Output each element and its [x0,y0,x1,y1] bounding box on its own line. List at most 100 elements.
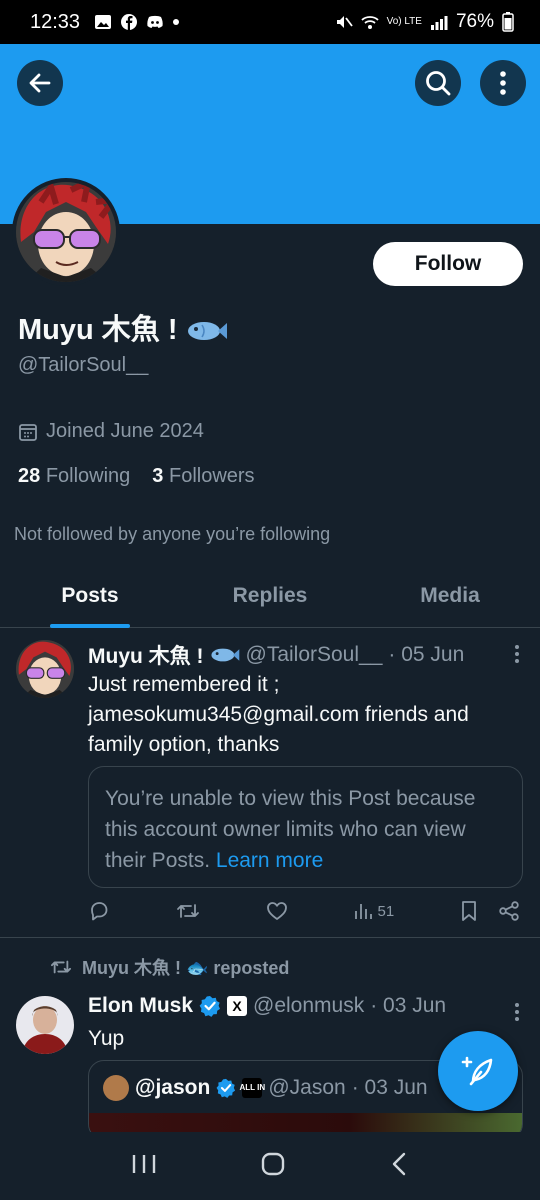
bookmark-button[interactable] [460,900,478,922]
post-author[interactable]: Elon Musk [88,994,193,1018]
tab-active-indicator [50,624,130,628]
post-item[interactable]: Muyu 木魚 ! @TailorSoul__ · 05 Jun Just re… [0,630,540,938]
system-nav-bar [0,1132,540,1200]
tab-label: Media [420,584,480,607]
post-avatar[interactable] [16,996,74,1054]
more-vertical-icon [515,1003,519,1021]
post-date: · 05 Jun [388,643,465,666]
facebook-icon [121,14,138,30]
compose-post-button[interactable] [438,1031,518,1111]
affiliate-allin-badge: ALL IN [240,1078,265,1098]
network-label: Vo) LTE [386,16,422,27]
analytics-icon [355,904,373,919]
quoted-date: · 03 Jun [351,1076,428,1099]
profile-name-text: Muyu 木魚 ! [18,314,178,346]
tab-label: Posts [61,584,119,607]
tab-replies[interactable]: Replies [180,570,360,627]
learn-more-link[interactable]: Learn more [216,849,323,872]
affiliate-x-badge: X [227,996,248,1016]
post-avatar[interactable] [16,640,74,698]
joined-text: Joined June 2024 [46,420,204,442]
back-nav-button[interactable] [389,1151,409,1182]
following-label: Following [45,465,131,487]
post-header: Elon Musk X @elonmusk · 03 Jun [88,994,446,1018]
anime-avatar-image [16,182,116,282]
repost-indicator: Muyu 木魚 ! 🐟 reposted [50,954,289,980]
tab-posts[interactable]: Posts [0,570,180,628]
profile-avatar[interactable] [12,178,120,286]
follow-stats: 28 Following 3 Followers [18,465,255,488]
search-button[interactable] [415,60,461,106]
bookmark-icon [462,901,476,921]
more-vertical-icon [515,645,519,663]
heart-icon [266,902,287,920]
reply-button[interactable] [88,900,110,922]
battery-icon [502,12,514,32]
post-more-button[interactable] [514,644,520,669]
mute-icon [336,16,353,28]
quoted-author: @jason [135,1076,211,1099]
more-vertical-icon [500,71,506,95]
feather-plus-icon [461,1056,493,1086]
followers-count: 3 [152,465,164,487]
profile-tabs: Posts Replies Media [0,570,540,628]
dot-icon [173,19,180,25]
repost-icon [176,904,199,918]
back-button[interactable] [17,60,63,106]
post-handle[interactable]: @elonmusk [253,994,364,1018]
post-date: · 03 Jun [370,994,447,1017]
post-handle[interactable]: @TailorSoul__ [246,643,383,667]
followers-link[interactable]: 3 Followers [152,465,254,488]
post-text: Just remembered it ; jamesokumu345@gmail… [88,673,469,756]
calendar-icon [19,423,37,441]
home-button[interactable] [260,1151,286,1182]
fish-icon [187,322,227,341]
verified-badge-icon [199,996,221,1017]
recent-apps-button[interactable] [131,1152,157,1181]
views-button[interactable]: 51 [353,901,394,921]
share-icon [499,901,519,921]
restricted-post-notice: You’re unable to view this Post because … [88,766,523,888]
tab-label: Replies [232,584,308,607]
reply-icon [91,902,108,921]
not-followed-note: Not followed by anyone you’re following [14,524,331,544]
follow-button[interactable]: Follow [373,242,523,286]
share-button[interactable] [498,900,520,922]
more-options-button[interactable] [480,60,526,106]
tab-media[interactable]: Media [360,570,540,627]
quoted-handle: @Jason [268,1076,346,1099]
signal-icon [430,16,448,30]
fish-icon [210,648,239,662]
repost-indicator-text: Muyu 木魚 ! 🐟 reposted [82,958,290,978]
status-bar: 12:33 Vo) LTE 76% [0,0,540,44]
repost-button[interactable] [176,900,200,922]
home-icon [261,1152,285,1175]
anime-avatar-image [16,640,74,698]
following-link[interactable]: 28 Following [18,465,130,488]
post-header: Muyu 木魚 ! @TailorSoul__ · 05 Jun [88,640,464,670]
followers-label: Followers [168,465,255,487]
discord-icon [147,15,163,28]
search-icon [426,71,451,96]
quoted-avatar [103,1075,129,1101]
post-secondary-actions [460,900,520,922]
verified-badge-icon [216,1078,236,1098]
profile-name: Muyu 木魚 ! [18,306,228,348]
repost-icon [51,960,71,974]
post-actions: 51 [88,900,520,922]
views-count: 51 [377,902,395,920]
chevron-left-icon [392,1152,405,1175]
battery-percent: 76% [455,11,494,32]
following-count: 28 [18,465,41,487]
gallery-icon [95,15,112,29]
status-time: 12:33 [30,10,81,33]
joined-date: Joined June 2024 [18,420,204,443]
quoted-post-header: @jason ALL IN @Jason · 03 Jun [103,1075,428,1101]
like-button[interactable] [266,900,288,922]
wifi-icon [360,16,379,29]
user-photo-avatar [16,996,74,1054]
arrow-left-icon [29,73,51,93]
recent-apps-icon [133,1154,156,1173]
profile-handle: @TailorSoul__ [18,354,149,376]
post-author[interactable]: Muyu 木魚 ! [88,640,204,670]
